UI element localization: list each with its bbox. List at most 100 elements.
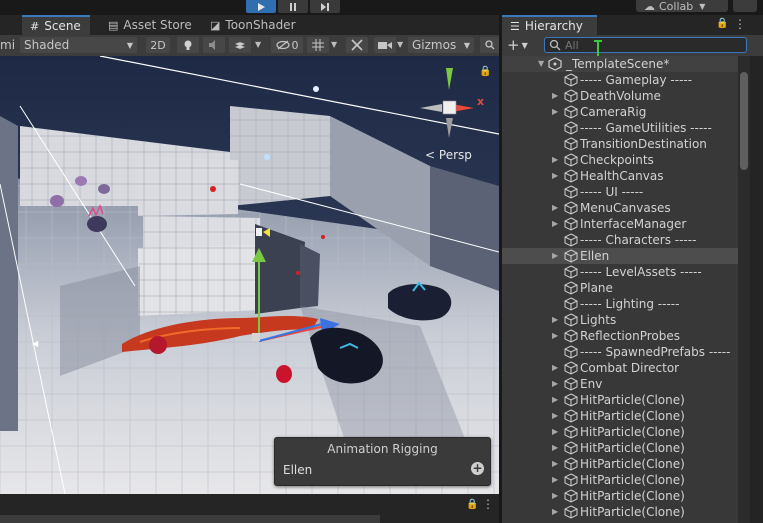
hierarchy-item[interactable]: ▶ HitParticle(Clone) — [502, 392, 738, 408]
fold-closed-icon[interactable]: ▶ — [552, 219, 558, 228]
tab-toonshader[interactable]: ◪ ToonShader — [202, 15, 304, 35]
lock-icon[interactable]: 🔒 — [479, 66, 491, 77]
gameobject-cube-icon — [564, 169, 578, 183]
fold-closed-icon[interactable]: ▶ — [552, 251, 558, 260]
fold-closed-icon[interactable]: ▶ — [552, 475, 558, 484]
effects-toggle[interactable] — [229, 37, 251, 53]
hidden-objects-toggle[interactable]: 0 — [271, 37, 303, 53]
fold-closed-icon[interactable]: ▶ — [552, 427, 558, 436]
hierarchy-item[interactable]: ▶ Checkpoints — [502, 152, 738, 168]
play-button[interactable] — [246, 0, 276, 13]
hierarchy-item[interactable]: ▶ Ellen — [502, 248, 738, 264]
hierarchy-search-field[interactable] — [544, 37, 747, 53]
right-dock-edge — [750, 56, 763, 523]
hierarchy-item[interactable]: ▶ CameraRig — [502, 104, 738, 120]
lock-icon[interactable]: 🔒 — [466, 499, 478, 510]
scene-header-row[interactable]: ▼ _TemplateScene* — [502, 56, 738, 72]
2d-toggle[interactable]: 2D — [146, 37, 170, 53]
hierarchy-item[interactable]: ----- Lighting ----- — [502, 296, 738, 312]
hierarchy-item[interactable]: ▶ HitParticle(Clone) — [502, 456, 738, 472]
more-options-icon[interactable]: ⋮ — [734, 17, 746, 31]
scene-viewport[interactable]: y x 🔒 < Persp ◀ — [0, 56, 499, 494]
lighting-toggle[interactable] — [177, 37, 199, 53]
hierarchy-search-input[interactable] — [565, 38, 740, 52]
axis-x-label: x — [477, 95, 485, 108]
tab-scene-label: Scene — [44, 19, 81, 33]
hierarchy-item[interactable]: ----- LevelAssets ----- — [502, 264, 738, 280]
hierarchy-item-label: HealthCanvas — [580, 169, 664, 183]
chevron-down-icon[interactable]: ▼ — [331, 40, 337, 49]
pause-button[interactable] — [278, 0, 308, 13]
hierarchy-item[interactable]: ▶ ReflectionProbes — [502, 328, 738, 344]
hierarchy-tree: ▼ _TemplateScene* ----- Gameplay ----- ▶ D… — [502, 56, 738, 523]
fold-closed-icon[interactable]: ▶ — [552, 459, 558, 468]
more-options-icon[interactable]: ⋮ — [482, 497, 494, 511]
create-button[interactable]: + ▼ — [507, 37, 535, 53]
chevron-down-icon[interactable]: ▼ — [397, 40, 403, 49]
tools-button[interactable] — [346, 37, 368, 53]
hierarchy-item[interactable]: ----- Characters ----- — [502, 232, 738, 248]
hierarchy-item[interactable]: ----- GameUtilities ----- — [502, 120, 738, 136]
hierarchy-item-label: Lights — [580, 313, 617, 327]
hierarchy-item[interactable]: ▶ HitParticle(Clone) — [502, 408, 738, 424]
hierarchy-item[interactable]: ▶ HitParticle(Clone) — [502, 440, 738, 456]
fold-closed-icon[interactable]: ▶ — [552, 331, 558, 340]
hierarchy-item[interactable]: ▶ HitParticle(Clone) — [502, 488, 738, 504]
step-button[interactable] — [310, 0, 340, 13]
tab-scene[interactable]: # Scene — [22, 15, 90, 35]
add-icon[interactable]: + — [471, 462, 484, 475]
lightbulb-icon — [184, 40, 192, 50]
arrow-left-icon: ◀ — [32, 339, 39, 348]
hierarchy-item[interactable]: ▶ MenuCanvases — [502, 200, 738, 216]
hierarchy-item[interactable]: Plane — [502, 280, 738, 296]
fold-closed-icon[interactable]: ▶ — [552, 491, 558, 500]
fold-closed-icon[interactable]: ▶ — [552, 443, 558, 452]
pause-icon — [290, 2, 296, 11]
projection-toggle[interactable]: < Persp — [425, 148, 472, 162]
lock-icon[interactable]: 🔒 — [716, 18, 728, 29]
fold-closed-icon[interactable]: ▶ — [552, 155, 558, 164]
fold-closed-icon[interactable]: ▶ — [552, 379, 558, 388]
fold-closed-icon[interactable]: ▶ — [552, 315, 558, 324]
grid-toggle[interactable] — [307, 37, 329, 53]
hierarchy-item[interactable]: ▶ HealthCanvas — [502, 168, 738, 184]
shading-mode-dropdown[interactable]: Shaded ▼ — [20, 37, 137, 53]
camera-settings-button[interactable] — [374, 37, 396, 53]
hierarchy-item[interactable]: ----- Gameplay ----- — [502, 72, 738, 88]
gizmos-dropdown[interactable]: Gizmos ▼ — [408, 37, 474, 53]
tab-hierarchy-label: Hierarchy — [524, 19, 583, 33]
fold-closed-icon[interactable]: ▶ — [552, 171, 558, 180]
hierarchy-item[interactable]: ▶ Lights — [502, 312, 738, 328]
hierarchy-item[interactable]: ▶ Combat Director — [502, 360, 738, 376]
account-button[interactable] — [733, 0, 757, 12]
hierarchy-item-label: ReflectionProbes — [580, 329, 680, 343]
tab-hierarchy[interactable]: ☰ Hierarchy — [502, 15, 597, 35]
gizmos-label: Gizmos — [412, 38, 457, 52]
hierarchy-item[interactable]: ▶ InterfaceManager — [502, 216, 738, 232]
audio-toggle[interactable] — [203, 37, 225, 53]
scene-search-field[interactable] — [480, 37, 499, 53]
hierarchy-item[interactable]: ▶ Env — [502, 376, 738, 392]
tab-asset-store[interactable]: ▤ Asset Store — [100, 15, 200, 35]
collab-button[interactable]: ☁ Collab ▼ — [636, 0, 728, 13]
fold-closed-icon[interactable]: ▶ — [552, 363, 558, 372]
hierarchy-scrollbar-thumb[interactable] — [740, 72, 748, 170]
fold-closed-icon[interactable]: ▶ — [552, 395, 558, 404]
hierarchy-item[interactable]: TransitionDestination — [502, 136, 738, 152]
fold-open-icon[interactable]: ▼ — [538, 59, 544, 68]
hierarchy-item-label: CameraRig — [580, 105, 647, 119]
chevron-down-icon: ▼ — [699, 1, 706, 11]
fold-closed-icon[interactable]: ▶ — [552, 107, 558, 116]
hierarchy-item[interactable]: ▶ HitParticle(Clone) — [502, 504, 738, 520]
text-cursor-top — [594, 40, 602, 42]
hierarchy-item[interactable]: ----- SpawnedPrefabs ----- — [502, 344, 738, 360]
hierarchy-item[interactable]: ▶ HitParticle(Clone) — [502, 472, 738, 488]
fold-closed-icon[interactable]: ▶ — [552, 411, 558, 420]
fold-closed-icon[interactable]: ▶ — [552, 203, 558, 212]
fold-closed-icon[interactable]: ▶ — [552, 507, 558, 516]
chevron-down-icon[interactable]: ▼ — [255, 40, 261, 49]
hierarchy-item[interactable]: ----- UI ----- — [502, 184, 738, 200]
hierarchy-item[interactable]: ▶ DeathVolume — [502, 88, 738, 104]
hierarchy-item[interactable]: ▶ HitParticle(Clone) — [502, 424, 738, 440]
fold-closed-icon[interactable]: ▶ — [552, 91, 558, 100]
